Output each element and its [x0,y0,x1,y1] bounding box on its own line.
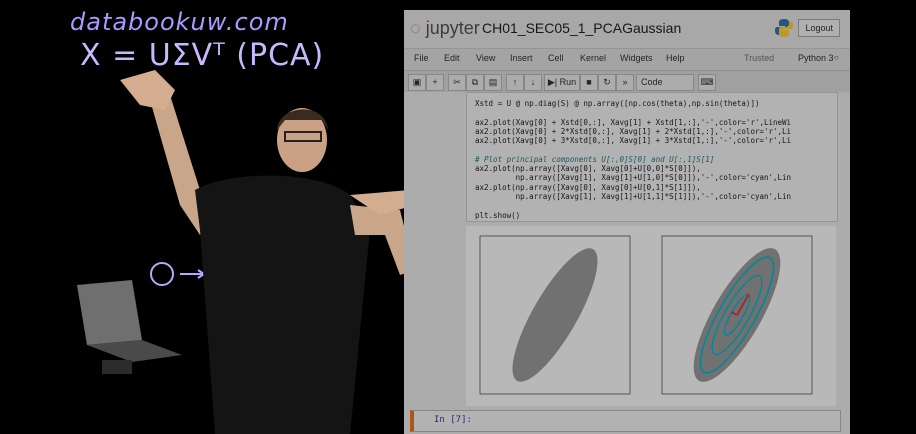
run-label: Run [559,77,577,87]
code-line: ax2.plot(Xavg[0] + Xstd[0,:], Xavg[1] + … [475,117,792,127]
trusted-indicator[interactable]: Trusted [744,53,774,63]
code-line: Xstd = U @ np.diag(S) @ np.array([np.cos… [475,99,760,108]
notebook-header: ◌ jupyter CH01_SEC05_1_PCAGaussian Logou… [404,10,850,48]
jupyter-logo-icon: ◌ [410,18,421,38]
python-logo-icon [775,19,793,37]
logout-button[interactable]: Logout [798,19,840,37]
notebook-title[interactable]: CH01_SEC05_1_PCAGaussian [482,20,681,36]
menu-help[interactable]: Help [666,53,685,63]
menu-file[interactable]: File [414,53,429,63]
toolbar: ▣ + ✂ ⧉ ▤ ↑ ↓ ▶| Run ■ ↻ » Code ⌨ [404,70,850,93]
code-line: np.array([Xavg[1], Xavg[1]+U[1,0]*S[0]])… [475,173,792,183]
keyboard-icon[interactable]: ⌨ [698,74,716,91]
stop-icon[interactable]: ■ [580,74,598,91]
code-cell[interactable]: Xstd = U @ np.diag(S) @ np.array([np.cos… [466,92,838,222]
code-line: ax2.plot(np.array([Xavg[0], Xavg[0]+U[0,… [475,164,701,174]
presenter-torso [195,175,370,434]
menu-cell[interactable]: Cell [548,53,564,63]
code-line: ax2.plot(Xavg[0] + 3*Xstd[0,:], Xavg[1] … [475,136,792,146]
move-down-icon[interactable]: ↓ [524,74,542,91]
output-plots [466,226,836,406]
code-line: plt.show() [475,210,521,220]
move-up-icon[interactable]: ↑ [506,74,524,91]
menu-widgets[interactable]: Widgets [620,53,653,63]
copy-icon[interactable]: ⧉ [466,74,484,91]
cell-type-select[interactable]: Code [636,74,694,91]
code-line: np.array([Xavg[1], Xavg[1]+U[1,1]*S[1]])… [475,192,792,201]
fast-forward-icon[interactable]: » [616,74,634,91]
menu-bar: File Edit View Insert Cell Kernel Widget… [404,48,850,71]
laptop-screen [77,280,142,345]
jupyter-logo-text: jupyter [425,18,480,38]
right-margin [850,0,916,434]
kernel-indicator: Python 3 [798,53,834,63]
video-frame: databookuw.com X = UΣVᵀ (PCA) ◌ jupyter … [0,0,916,434]
jupyter-logo[interactable]: ◌ jupyter [410,18,480,39]
code-line: # Plot principal components U[:,0]S[0] a… [475,154,715,164]
whiteboard-url: databookuw.com [70,8,289,36]
code-line: ax2.plot(np.array([Xavg[0], Xavg[0]+U[0,… [475,182,701,192]
notebook-body: Xstd = U @ np.diag(S) @ np.array([np.cos… [404,92,850,434]
menu-kernel[interactable]: Kernel [580,53,606,63]
run-icon: ▶| [547,77,558,87]
add-cell-icon[interactable]: + [426,74,444,91]
laptop-stand [102,360,132,374]
empty-code-cell[interactable]: In [7]: [410,410,841,432]
laptop [77,280,182,374]
code-line: ax2.plot(Xavg[0] + 2*Xstd[0,:], Xavg[1] … [475,126,792,136]
menu-insert[interactable]: Insert [510,53,533,63]
menu-edit[interactable]: Edit [444,53,460,63]
cell-type-value: Code [641,77,663,87]
cut-icon[interactable]: ✂ [448,74,466,91]
input-prompt: In [7]: [434,415,472,425]
kernel-status-icon: ○ [834,53,839,62]
jupyter-window: ◌ jupyter CH01_SEC05_1_PCAGaussian Logou… [404,10,850,434]
run-button[interactable]: ▶| Run [544,74,580,91]
presenter-hand [120,70,175,110]
paste-icon[interactable]: ▤ [484,74,502,91]
restart-icon[interactable]: ↻ [598,74,616,91]
save-icon[interactable]: ▣ [408,74,426,91]
menu-view[interactable]: View [476,53,495,63]
